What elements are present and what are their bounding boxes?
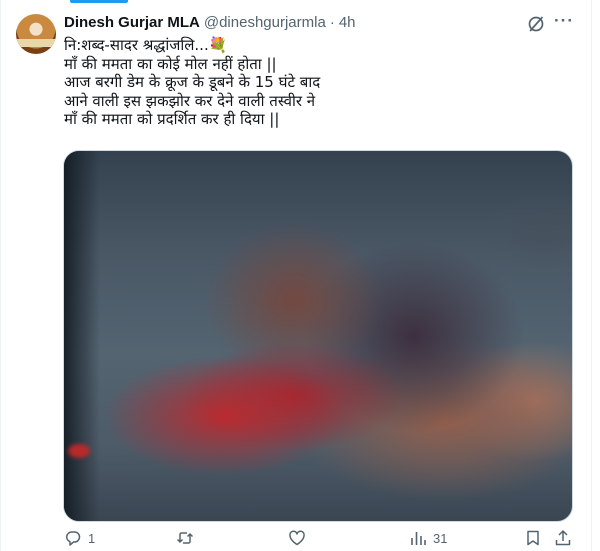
tweet-text-line: नि:शब्द-सादर श्रद्धांजलि...💐 [64, 36, 228, 54]
tweet-text-line: आज बरगी डेम के क्रूज के डूबने के 15 घंटे… [64, 73, 321, 91]
tweet-text-line: माँ की ममता को प्रदर्शित कर ही दिया || [64, 110, 280, 128]
tweet-text: नि:शब्द-सादर श्रद्धांजलि...💐 माँ की ममता… [64, 36, 564, 129]
reply-button[interactable]: 1 [64, 528, 95, 548]
tweet-header: Dinesh Gurjar MLA @dineshgurjarmla · 4h [64, 14, 356, 34]
reply-count: 1 [88, 530, 96, 546]
share-icon [555, 530, 571, 546]
heart-icon [289, 530, 305, 546]
author-handle[interactable]: @dineshgurjarmla [204, 14, 326, 31]
like-button[interactable] [288, 528, 312, 548]
views-count: 31 [433, 530, 448, 546]
timeline-border-left [0, 0, 1, 551]
more-icon[interactable]: ··· [552, 12, 576, 34]
tweet-media-image[interactable] [63, 150, 573, 522]
tab-indicator [70, 0, 128, 3]
tweet-actions: 1 31 [64, 528, 576, 548]
views-icon [411, 532, 426, 545]
reply-icon [66, 531, 81, 546]
grok-icon[interactable] [526, 14, 546, 34]
tweet-text-line: आने वाली इस झकझोर कर देने वाली तस्वीर ने [64, 91, 316, 110]
author-name[interactable]: Dinesh Gurjar MLA [64, 14, 200, 31]
header-separator: · [329, 14, 335, 31]
tweet-timestamp[interactable]: 4h [339, 14, 356, 31]
share-button[interactable] [554, 528, 572, 548]
bookmark-icon [527, 530, 539, 546]
timeline-border-right [591, 0, 592, 551]
avatar-banner [16, 39, 56, 47]
avatar[interactable] [16, 14, 56, 54]
retweet-icon [176, 532, 194, 544]
tweet-text-line: माँ की ममता का कोई मोल नहीं होता || [64, 54, 277, 73]
media-shadow [64, 151, 100, 521]
views-button[interactable]: 31 [409, 528, 447, 548]
media-detail [68, 444, 90, 458]
bookmark-button[interactable] [524, 528, 542, 548]
retweet-button[interactable] [176, 528, 200, 548]
